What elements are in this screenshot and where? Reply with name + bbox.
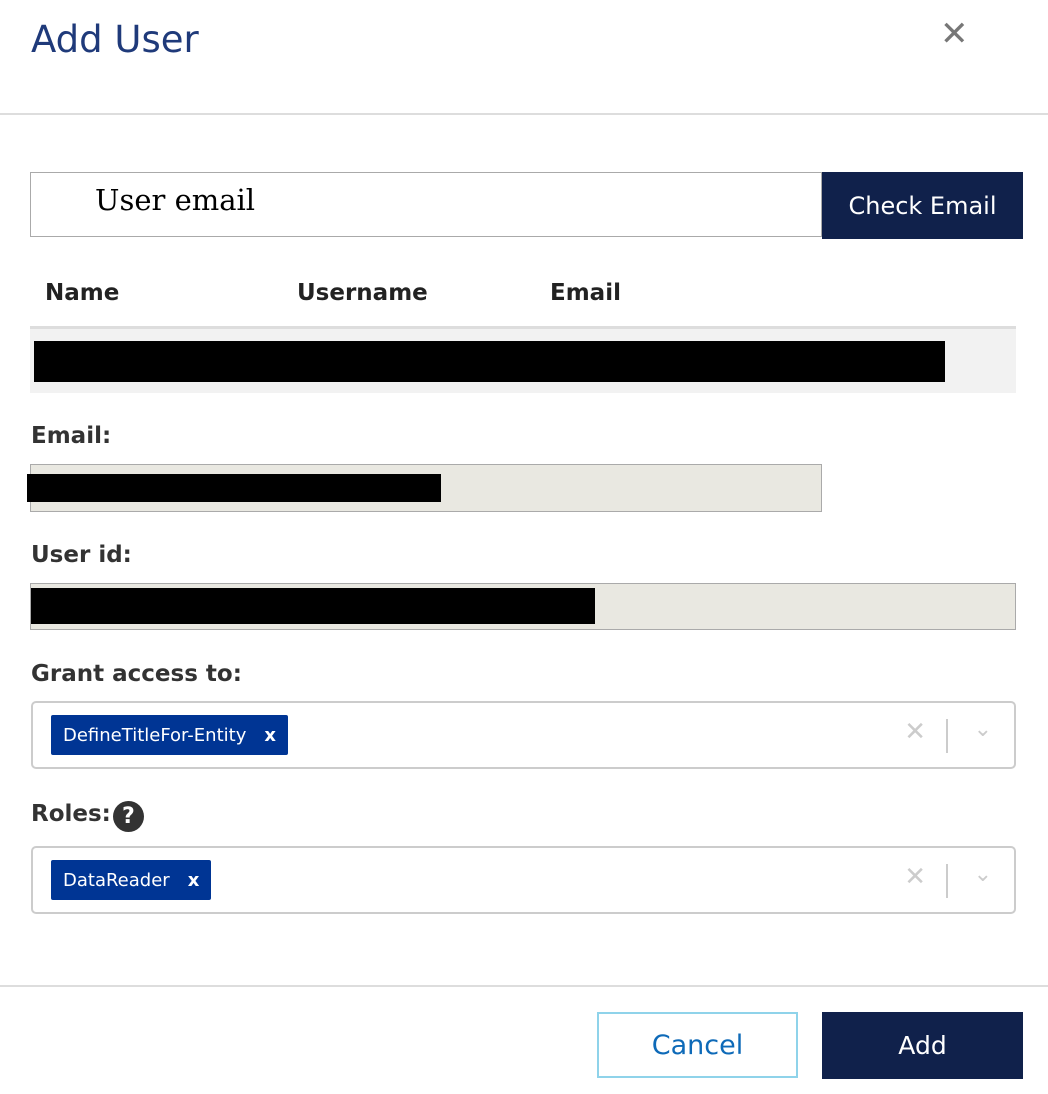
roles-label-text: Roles: — [31, 801, 111, 827]
column-header-username: Username — [297, 280, 428, 306]
email-field — [27, 464, 822, 512]
redacted-email — [27, 474, 441, 502]
close-icon[interactable]: ✕ — [940, 14, 969, 54]
divider — [0, 985, 1048, 987]
chip-remove-icon[interactable]: x — [264, 725, 276, 746]
dialog-title: Add User — [31, 18, 199, 61]
cancel-button[interactable]: Cancel — [597, 1012, 798, 1078]
user-id-field — [30, 583, 1016, 630]
table-row[interactable] — [30, 326, 1016, 393]
check-email-button[interactable]: Check Email — [822, 172, 1023, 239]
separator — [946, 719, 948, 753]
chip-label: DefineTitleFor-Entity — [63, 724, 247, 746]
email-label: Email: — [31, 423, 112, 449]
grant-access-label: Grant access to: — [31, 661, 242, 687]
clear-icon[interactable]: ✕ — [904, 717, 926, 747]
separator — [946, 864, 948, 898]
column-header-name: Name — [45, 280, 120, 306]
clear-icon[interactable]: ✕ — [904, 862, 926, 892]
chip-remove-icon[interactable]: x — [188, 870, 200, 891]
column-header-email: Email — [550, 280, 621, 306]
help-icon[interactable]: ? — [112, 801, 144, 832]
chip-label: DataReader — [63, 869, 170, 891]
roles-label: Roles:? — [31, 801, 144, 832]
divider — [0, 113, 1048, 115]
chevron-down-icon[interactable]: ⌄ — [974, 862, 992, 887]
roles-select[interactable]: DataReader x ✕ ⌄ — [31, 846, 1016, 914]
user-email-input[interactable]: User email — [30, 172, 822, 237]
chevron-down-icon[interactable]: ⌄ — [974, 717, 992, 742]
redacted-user-id — [31, 588, 595, 624]
user-id-label: User id: — [31, 542, 132, 568]
redacted-row-content — [34, 341, 945, 382]
grant-access-select[interactable]: DefineTitleFor-Entity x ✕ ⌄ — [31, 701, 1016, 769]
add-button[interactable]: Add — [822, 1012, 1023, 1079]
grant-chip: DefineTitleFor-Entity x — [51, 715, 288, 755]
role-chip: DataReader x — [51, 860, 212, 900]
